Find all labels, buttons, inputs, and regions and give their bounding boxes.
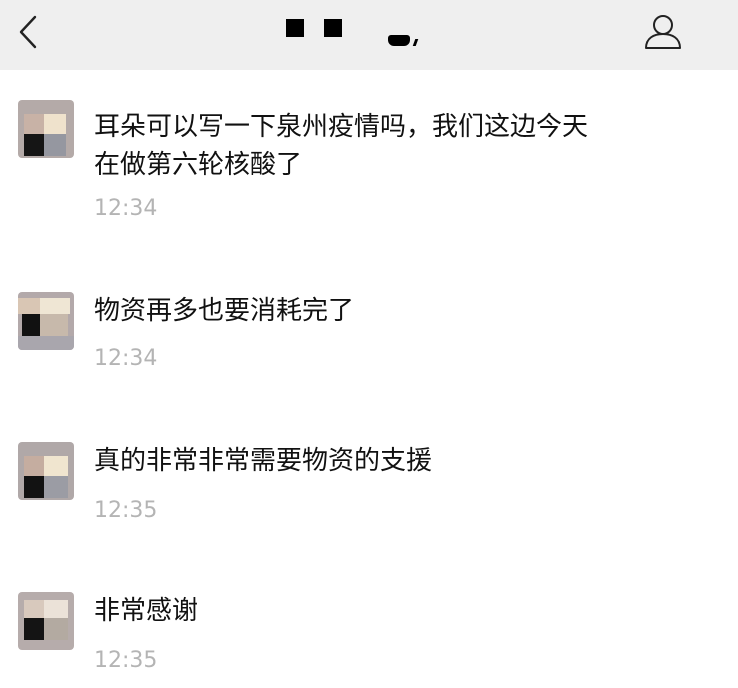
- message-text: 真的非常非常需要物资的支援: [94, 446, 433, 476]
- message-text: 物资再多也要消耗完了: [94, 296, 355, 326]
- chat-title-text: [280, 13, 281, 14]
- back-button[interactable]: [8, 10, 48, 54]
- chevron-left-icon: [19, 15, 37, 49]
- chat-header: [0, 0, 738, 70]
- message-timestamp: 12:35: [94, 498, 158, 523]
- profile-button[interactable]: [640, 10, 686, 54]
- person-icon: [645, 15, 681, 49]
- avatar[interactable]: [18, 292, 74, 350]
- chat-title-redacted: [280, 13, 430, 53]
- avatar[interactable]: [18, 100, 74, 158]
- message-text: 耳朵可以写一下泉州疫情吗，我们这边今天 在做第六轮核酸了: [94, 112, 589, 180]
- avatar[interactable]: [18, 442, 74, 500]
- message-text: 非常感谢: [94, 596, 199, 626]
- message-timestamp: 12:34: [94, 196, 158, 221]
- message-timestamp: 12:34: [94, 346, 158, 371]
- avatar[interactable]: [18, 592, 74, 650]
- message-timestamp: 12:35: [94, 648, 158, 673]
